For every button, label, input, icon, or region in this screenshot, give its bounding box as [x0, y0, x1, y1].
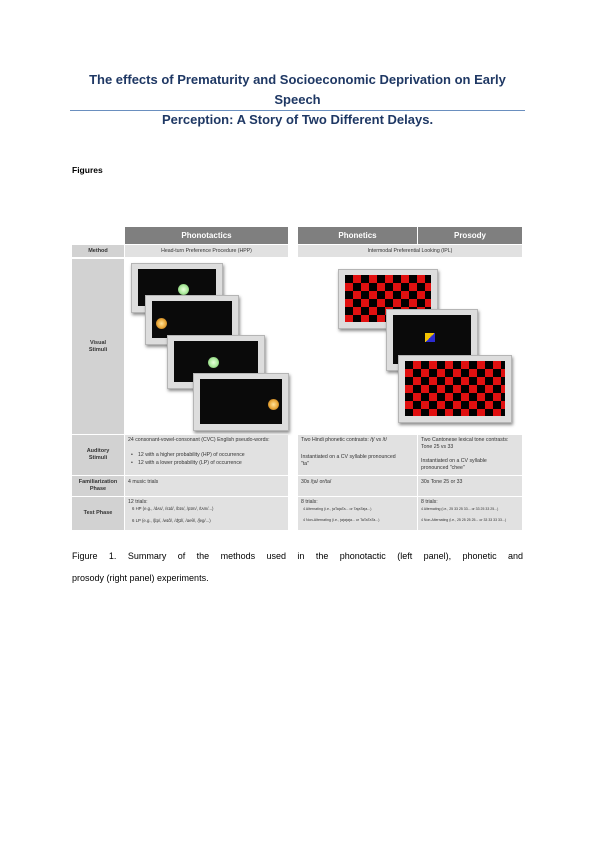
auditory-phonotactics-cell: 24 consonant-vowel-consonant (CVC) Engli… — [125, 435, 288, 475]
section-label: Figures — [72, 165, 103, 175]
row-label-method: Method — [72, 245, 124, 257]
auditory-phonetics-line3: "ta" — [301, 461, 310, 467]
test-phonotactics-lp: 6 LP (e.g., /ʃɪp/, /wɪð/, /ʤɪl/, /ɑeθ/, … — [132, 518, 211, 523]
caption-line-2: prosody (right panel) experiments. — [72, 573, 209, 583]
familiarization-phonetics-text: 30s /ʈa/ or/ta/ — [301, 479, 332, 485]
row-label-auditory: Auditory Stimuli — [72, 435, 124, 475]
visual-hpp-panel — [125, 259, 289, 434]
familiarization-phonotactics-text: 4 music trials — [128, 479, 159, 485]
method-ipl-cell: Intermodal Preferential Looking (IPL) — [298, 245, 522, 257]
method-phonotactics-text: Head-turn Preference Procedure (HPP) — [161, 248, 252, 254]
test-phonetics-alt: 4 Alternating (i.e., ʈaTaʈaTa... or Taʈa… — [303, 507, 372, 511]
test-phonotactics-head: 12 trials: — [128, 499, 148, 505]
row-label-familiarization: Familiarization Phase — [72, 476, 124, 496]
familiarization-prosody-text: 30s Tone 25 or 33 — [421, 479, 463, 485]
familiarization-phonotactics-cell: 4 music trials — [125, 476, 288, 496]
familiarization-phonetics-cell: 30s /ʈa/ or/ta/ — [298, 476, 417, 496]
auditory-prosody-line1: Two Cantonese lexical tone contrasts: — [421, 437, 509, 443]
auditory-prosody-cell: Two Cantonese lexical tone contrasts: To… — [418, 435, 522, 475]
test-phonotactics-cell: 12 trials: 6 HP (e.g., /dʌs/, /sɪd/, /bɪ… — [125, 497, 288, 530]
test-prosody-nonalt: 4 Non-Alternating (i.e., 25 25 25 25... … — [421, 518, 507, 522]
caption-line-1: Figure 1. Summary of the methods used in… — [72, 551, 523, 561]
method-ipl-text: Intermodal Preferential Looking (IPL) — [367, 248, 453, 254]
auditory-prosody-line3: Instantiated on a CV syllable — [421, 458, 487, 464]
header-phonotactics: Phonotactics — [125, 227, 288, 244]
hpp-screen-4 — [193, 373, 289, 431]
paper-title: The effects of Prematurity and Socioecon… — [70, 70, 525, 130]
auditory-phonetics-line2: Instantiated on a CV syllable pronounced — [301, 454, 396, 460]
auditory-phonetics-line1: Two Hindi phonetic contrasts: /ʈ/ vs /t/ — [301, 437, 387, 443]
method-phonotactics-cell: Head-turn Preference Procedure (HPP) — [125, 245, 288, 257]
auditory-phonetics-cell: Two Hindi phonetic contrasts: /ʈ/ vs /t/… — [298, 435, 417, 475]
green-light-icon — [208, 357, 219, 368]
green-light-icon — [178, 284, 189, 295]
auditory-hp-bullet: 12 with a higher probability (HP) of occ… — [138, 452, 245, 458]
auditory-prosody-line2: Tone 25 vs 33 — [421, 444, 454, 450]
title-line-1: The effects of Prematurity and Socioecon… — [89, 72, 506, 107]
auditory-phonotactics-intro: 24 consonant-vowel-consonant (CVC) Engli… — [128, 437, 270, 443]
ipl-checker-screen-2 — [398, 355, 512, 423]
row-label-test: Test Phase — [72, 497, 124, 530]
title-line-2: Perception: A Story of Two Different Del… — [161, 112, 434, 127]
figure-1-table: Phonotactics Phonetics Prosody Method He… — [72, 227, 523, 530]
test-phonetics-head: 8 trials: — [301, 499, 318, 505]
visual-ipl-panel — [298, 259, 522, 434]
orange-light-icon — [156, 318, 167, 329]
header-prosody: Prosody — [418, 227, 522, 244]
orange-light-icon — [268, 399, 279, 410]
figure-caption: Figure 1. Summary of the methods used in… — [72, 545, 523, 589]
test-phonetics-cell: 8 trials: 4 Alternating (i.e., ʈaTaʈaTa.… — [298, 497, 417, 530]
auditory-prosody-line4: pronounced "chee" — [421, 465, 465, 471]
checkerboard — [405, 361, 505, 416]
auditory-lp-bullet: 12 with a lower probability (LP) of occu… — [138, 460, 242, 466]
header-phonetics: Phonetics — [298, 227, 417, 244]
familiarization-prosody-cell: 30s Tone 25 or 33 — [418, 476, 522, 496]
test-phonotactics-hp: 6 HP (e.g., /dʌs/, /sɪd/, /bɪs/, /pɪm/, … — [132, 506, 214, 511]
title-divider — [70, 110, 525, 111]
attention-getter-icon — [425, 333, 435, 342]
test-prosody-cell: 8 trials: 4 Alternating (i.e., 25 33 25 … — [418, 497, 522, 530]
bullet-icon: • — [131, 452, 133, 458]
test-prosody-alt: 4 Alternating (i.e., 25 33 25 33... or 3… — [421, 507, 499, 511]
test-prosody-head: 8 trials: — [421, 499, 438, 505]
row-label-visual: Visual Stimuli — [72, 259, 124, 434]
bullet-icon: • — [131, 460, 133, 466]
test-phonetics-nonalt: 4 Non-Alternating (i.e., ʈaʈaʈaʈa... or … — [303, 518, 380, 522]
